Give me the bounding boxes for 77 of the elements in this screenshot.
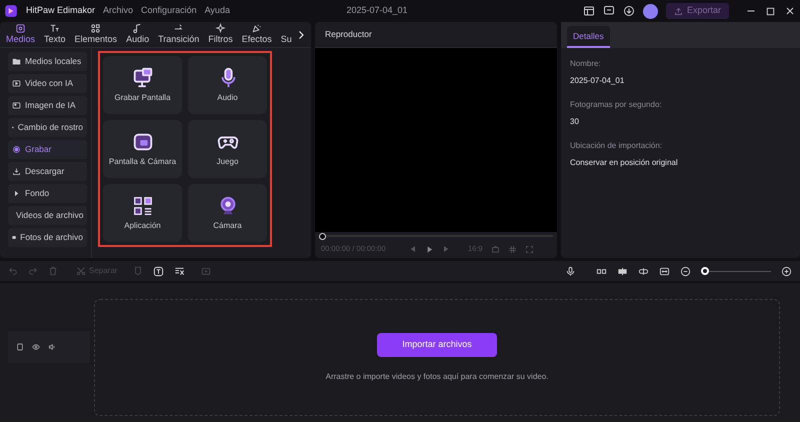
field-label: Nombre: — [570, 58, 602, 70]
scissors-icon — [76, 266, 86, 276]
visibility-icon[interactable] — [32, 343, 40, 351]
download-icon — [12, 167, 21, 176]
record-option[interactable]: Grabar Pantalla — [103, 56, 182, 114]
field-value: Conservar en posición original — [570, 157, 679, 169]
microphone-icon[interactable] — [565, 266, 576, 276]
zoom-in-icon[interactable] — [781, 266, 792, 276]
sidebar-item[interactable]: Fondo — [8, 184, 87, 203]
field-label: Ubicación de importación: — [570, 140, 664, 152]
tab[interactable]: Su — [280, 23, 292, 47]
sidebar-item[interactable]: Descargar — [8, 162, 87, 181]
volume-icon[interactable] — [48, 343, 56, 351]
split-clip-icon[interactable] — [617, 266, 628, 276]
menu-item[interactable]: Archivo — [103, 4, 134, 18]
video-icon — [12, 79, 21, 88]
layout-icon[interactable] — [582, 5, 595, 17]
record-icon — [12, 145, 21, 154]
details-tab[interactable]: Detalles — [567, 26, 610, 48]
record-option[interactable]: Pantalla & Cámara — [103, 120, 182, 178]
zoom-out-icon[interactable] — [680, 266, 691, 276]
field-label: Fotogramas por segundo: — [570, 99, 663, 111]
menu-item[interactable]: Ayuda — [204, 4, 230, 18]
folder-icon — [12, 57, 21, 66]
avatar[interactable] — [642, 4, 658, 18]
zoom-thumb[interactable] — [701, 267, 709, 275]
field-value: 30 — [570, 116, 580, 128]
music-icon — [132, 23, 144, 34]
zoom-slider[interactable] — [701, 267, 771, 275]
app-logo-icon — [4, 4, 18, 18]
media-icon — [15, 23, 26, 34]
remove-text-icon[interactable] — [174, 266, 186, 276]
record-option[interactable]: Aplicación — [103, 184, 182, 242]
sidebar-item[interactable]: Video con IA — [8, 74, 87, 93]
import-button[interactable]: Importar archivos — [377, 332, 497, 356]
effects-icon — [251, 23, 262, 34]
sidebar-item[interactable]: Fotos de archivo — [8, 228, 87, 247]
close-icon[interactable] — [784, 5, 796, 17]
menu-item[interactable]: Configuración — [141, 4, 197, 18]
text-box-icon[interactable] — [153, 266, 164, 276]
marker-icon[interactable] — [133, 266, 144, 276]
elements-icon — [90, 23, 102, 34]
app-name: HitPaw Edimakor — [26, 4, 96, 18]
sidebar-item[interactable]: Cambio de rostro — [8, 118, 87, 137]
record-option[interactable]: Cámara — [188, 184, 267, 242]
app-grid-icon — [132, 194, 154, 216]
text-icon — [49, 23, 60, 34]
download-icon[interactable] — [622, 5, 635, 17]
sparkle-icon — [215, 23, 226, 34]
tab[interactable]: Efectos — [242, 23, 272, 47]
tab[interactable]: Audio — [126, 23, 150, 47]
monitor-icon — [132, 66, 154, 88]
upload-icon — [674, 6, 683, 16]
feedback-icon[interactable] — [602, 5, 615, 17]
tab[interactable]: Filtros — [208, 23, 233, 47]
record-option[interactable]: Audio — [188, 56, 267, 114]
panel-title: Reproductor — [325, 28, 372, 41]
sidebar-item[interactable]: Grabar — [8, 140, 87, 159]
record-option[interactable]: Juego — [188, 120, 267, 178]
tab[interactable]: Medios — [6, 23, 36, 47]
tab[interactable]: Transición — [158, 23, 200, 47]
field-value: 2025-07-04_01 — [570, 75, 626, 87]
play-icon[interactable] — [425, 244, 434, 254]
fit-width-icon[interactable] — [659, 266, 670, 276]
maximize-icon[interactable] — [765, 6, 776, 16]
play-icon — [12, 189, 21, 198]
seek-thumb[interactable] — [319, 232, 326, 240]
tab[interactable]: Elementos — [74, 23, 118, 47]
unlink-icon[interactable] — [638, 266, 649, 276]
track-icon[interactable] — [16, 343, 24, 351]
tab[interactable]: Texto — [44, 23, 66, 47]
document-title: 2025-07-04_01 — [346, 4, 409, 18]
sidebar-item[interactable]: Imagen de IA — [8, 96, 87, 115]
drop-hint: Arrastre o importe videos y fotos aquí para comenzar su video. — [326, 370, 548, 382]
image-icon — [12, 101, 21, 110]
sidebar-item[interactable]: Videos de archivo — [8, 206, 87, 225]
sidebar-item[interactable]: Medios locales — [8, 52, 87, 71]
